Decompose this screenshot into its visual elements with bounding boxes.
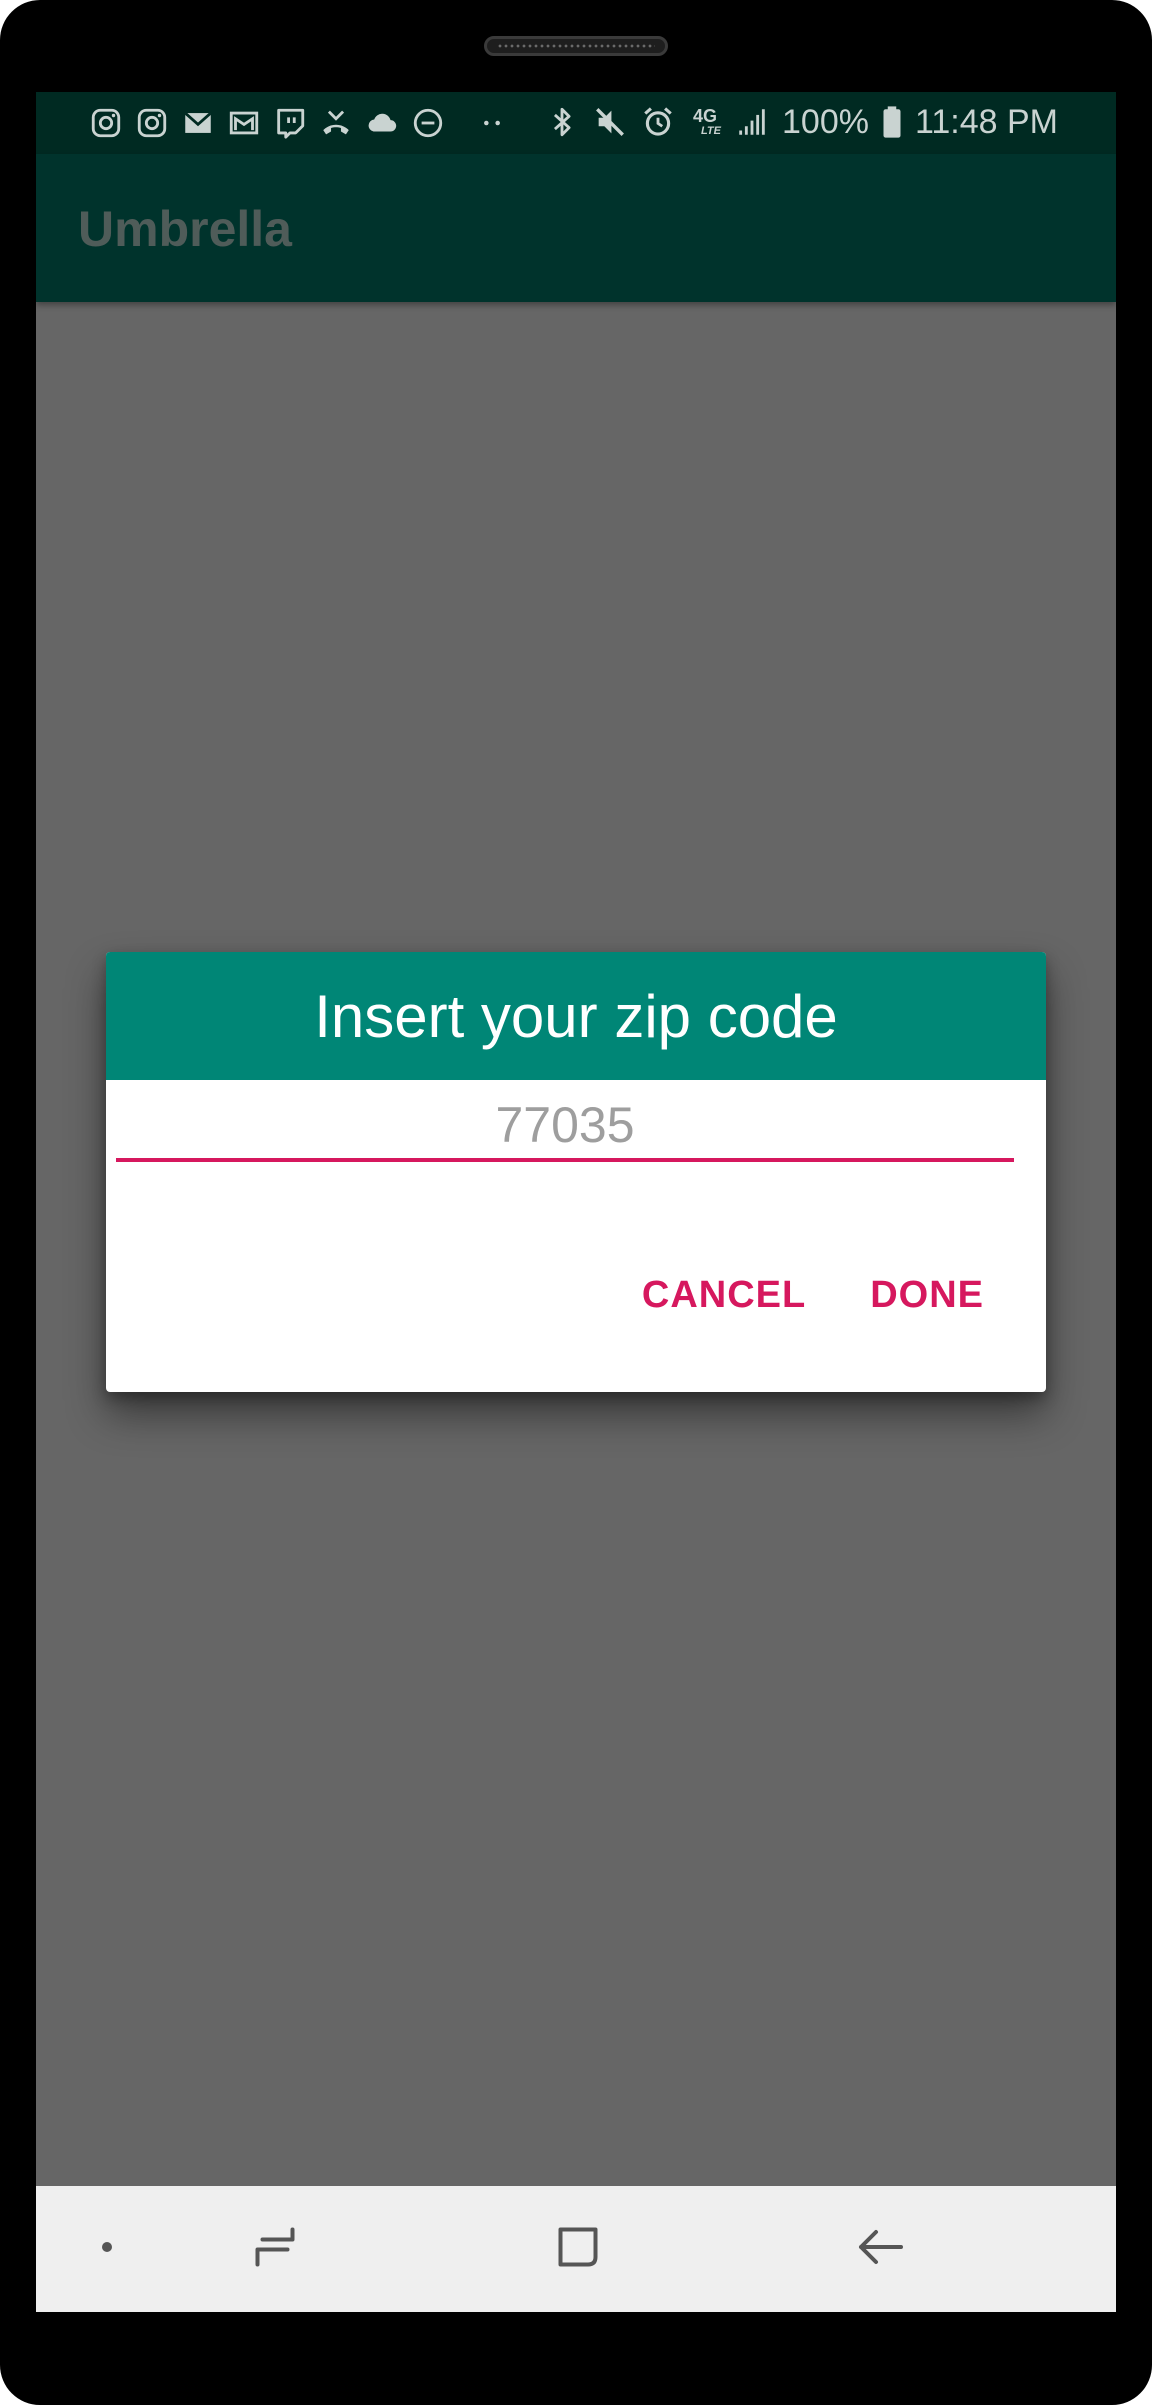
cancel-button[interactable]: CANCEL: [642, 1274, 806, 1317]
clock-time: 11:48 PM: [914, 102, 1058, 141]
zip-code-dialog: Insert your zip code CANCEL DONE: [106, 952, 1046, 1392]
recents-button[interactable]: [230, 2204, 320, 2294]
instagram-icon: [134, 105, 170, 141]
lte-4g-icon: 4G LTE: [688, 104, 722, 140]
status-bar: 4G LTE 100% 11:48 PM: [36, 92, 1116, 154]
signal-icon: [734, 104, 770, 140]
screen: 4G LTE 100% 11:48 PM Umbrella Insert you…: [36, 92, 1116, 2312]
twitch-icon: [272, 105, 308, 141]
phone-frame: 4G LTE 100% 11:48 PM Umbrella Insert you…: [0, 0, 1152, 2405]
network-label: 4G: [693, 106, 718, 126]
nav-dot-button[interactable]: [62, 2204, 152, 2294]
instagram-icon: [88, 105, 124, 141]
zip-code-input[interactable]: [116, 1092, 1014, 1162]
mute-icon: [592, 104, 628, 140]
home-button[interactable]: [533, 2204, 623, 2294]
navigation-bar: [36, 2186, 1116, 2312]
app-title: Umbrella: [78, 201, 292, 257]
earpiece-speaker: [484, 36, 668, 56]
dialog-title: Insert your zip code: [314, 982, 838, 1050]
do-not-disturb-icon: [410, 105, 446, 141]
home-icon: [548, 2217, 608, 2282]
recents-icon: [245, 2217, 305, 2282]
cloud-icon: [364, 105, 400, 141]
battery-percent: 100%: [782, 102, 869, 141]
dialog-actions: CANCEL DONE: [642, 1274, 984, 1317]
missed-call-icon: [318, 105, 354, 141]
battery-icon: [881, 104, 903, 140]
back-icon: [851, 2217, 911, 2282]
system-status-icons: 4G LTE 100% 11:48 PM: [544, 102, 1058, 142]
dot-icon: [87, 2227, 127, 2272]
gmail-icon: [180, 105, 216, 141]
network-sub-label: LTE: [701, 125, 721, 137]
more-dots-icon: [474, 105, 510, 141]
app-bar: Umbrella: [36, 154, 1116, 302]
gmail-outline-icon: [226, 105, 262, 141]
dialog-header: Insert your zip code: [106, 952, 1046, 1080]
alarm-icon: [640, 104, 676, 140]
bluetooth-icon: [544, 104, 580, 140]
notification-icons: [88, 104, 510, 142]
back-button[interactable]: [836, 2204, 926, 2294]
done-button[interactable]: DONE: [870, 1274, 984, 1317]
